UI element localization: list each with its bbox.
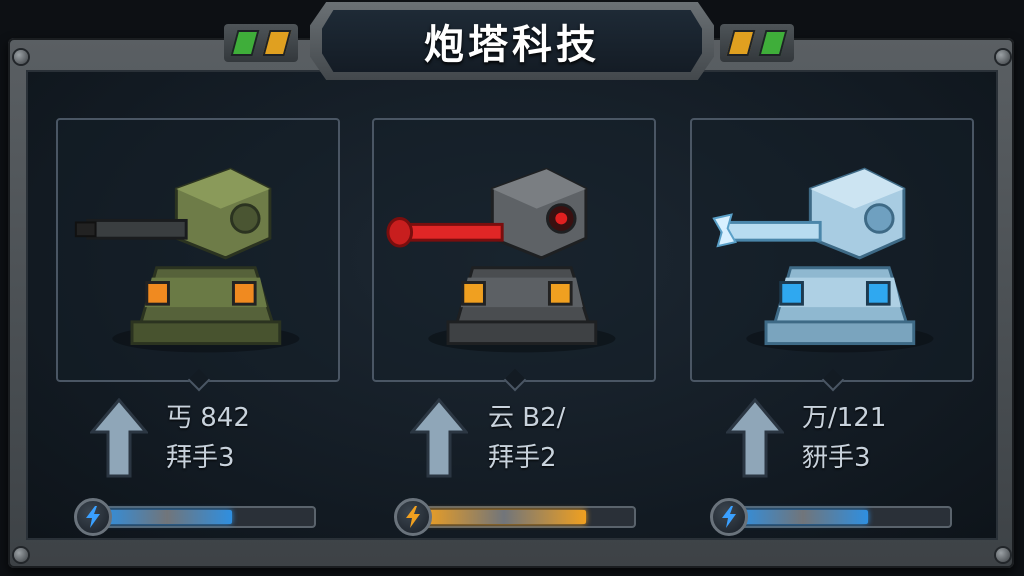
bolt-icon bbox=[14, 50, 28, 64]
energy-bar-track bbox=[98, 506, 316, 528]
machine-gun-turret-icon bbox=[74, 167, 300, 353]
bolt-icon bbox=[996, 548, 1010, 562]
title-bar: 炮塔科技 bbox=[322, 10, 702, 72]
laser-turret-icon bbox=[386, 167, 616, 353]
upgrade-arrow-icon[interactable] bbox=[726, 398, 784, 478]
stat-line: 拜手3 bbox=[166, 443, 235, 473]
ice-turret-icon bbox=[712, 167, 934, 353]
turret-stats-2: 云 B2/ 拜手2 bbox=[488, 398, 565, 478]
upgrade-arrow-icon[interactable] bbox=[90, 398, 148, 478]
energy-bar-track bbox=[734, 506, 952, 528]
energy-bar-2 bbox=[394, 498, 638, 536]
header-lights-left bbox=[224, 24, 298, 62]
indicator-light-icon bbox=[758, 30, 788, 56]
indicator-light-icon bbox=[726, 30, 756, 56]
stat-line: 万/121 bbox=[802, 403, 887, 433]
indicator-light-icon bbox=[262, 30, 292, 56]
lightning-orange-icon bbox=[394, 498, 432, 536]
energy-bar-fill bbox=[102, 510, 232, 524]
stat-line: 丐 842 bbox=[166, 403, 250, 433]
stat-line: 云 B2/ bbox=[488, 403, 566, 433]
stat-line: 拜手2 bbox=[488, 443, 557, 473]
lightning-blue-icon bbox=[74, 498, 112, 536]
bolt-icon bbox=[996, 50, 1010, 64]
energy-bar-fill bbox=[738, 510, 868, 524]
energy-bar-3 bbox=[710, 498, 954, 536]
energy-bar-1 bbox=[74, 498, 318, 536]
energy-bar-track bbox=[418, 506, 636, 528]
page-title: 炮塔科技 bbox=[424, 22, 600, 68]
energy-bar-fill bbox=[422, 510, 586, 524]
header-lights-right bbox=[720, 24, 794, 62]
upgrade-arrow-icon[interactable] bbox=[410, 398, 468, 478]
turret-card-3[interactable] bbox=[690, 118, 974, 392]
stat-line: 豜手3 bbox=[802, 443, 871, 473]
turret-stats-1: 丐 842 拜手3 bbox=[166, 398, 250, 478]
bolt-icon bbox=[14, 548, 28, 562]
turret-stats-3: 万/121 豜手3 bbox=[802, 398, 886, 478]
lightning-blue-icon bbox=[710, 498, 748, 536]
indicator-light-icon bbox=[230, 30, 260, 56]
turret-card-2[interactable] bbox=[372, 118, 656, 392]
turret-card-1[interactable] bbox=[56, 118, 340, 392]
